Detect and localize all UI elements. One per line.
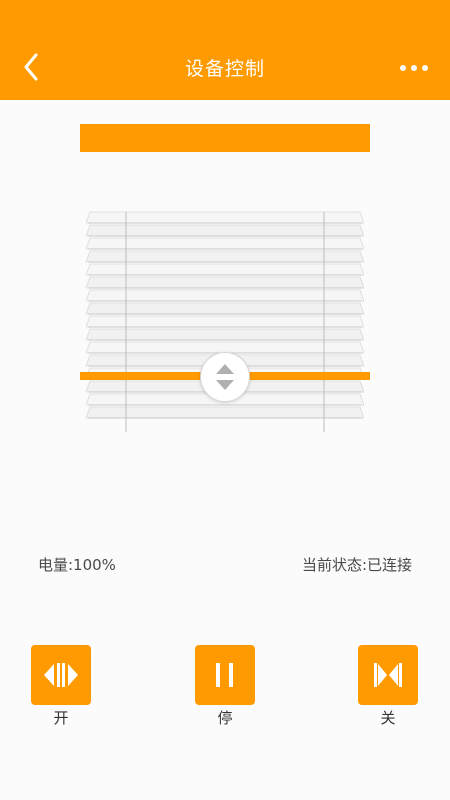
up-down-arrows-icon — [216, 364, 234, 390]
close-button[interactable] — [358, 645, 418, 705]
close-curtain-icon — [374, 663, 402, 687]
blind-slat — [86, 328, 364, 341]
blind-slats — [86, 211, 364, 432]
stop-button[interactable] — [195, 645, 255, 705]
battery-level: 电量:100% — [38, 556, 116, 574]
blind-illustration — [80, 124, 370, 432]
page-title: 设备控制 — [184, 58, 265, 80]
blind-slat — [86, 263, 364, 276]
more-button[interactable] — [394, 54, 434, 82]
stop-label: 停 — [217, 709, 233, 727]
blind-slat — [86, 276, 364, 289]
blind-slat — [86, 237, 364, 250]
blind-slat — [86, 224, 364, 237]
more-dots-icon — [400, 65, 406, 71]
blind-adjust-handle[interactable] — [200, 352, 250, 402]
pause-icon — [216, 663, 233, 687]
open-curtain-icon — [44, 663, 78, 687]
open-control: 开 — [31, 645, 91, 731]
stop-control: 停 — [195, 645, 255, 731]
close-label: 关 — [380, 709, 396, 727]
blind-headrail — [80, 124, 370, 152]
app-header: 设备控制 — [0, 32, 450, 100]
open-button[interactable] — [31, 645, 91, 705]
blind-slat — [86, 406, 364, 419]
close-control: 关 — [358, 645, 418, 731]
blind-slat — [86, 250, 364, 263]
blind-slat — [86, 302, 364, 315]
connection-status: 当前状态:已连接 — [301, 556, 412, 574]
blind-slat — [86, 289, 364, 302]
blind-slat — [86, 315, 364, 328]
blind-slat — [86, 211, 364, 224]
open-label: 开 — [53, 709, 69, 727]
status-bar — [0, 0, 450, 32]
